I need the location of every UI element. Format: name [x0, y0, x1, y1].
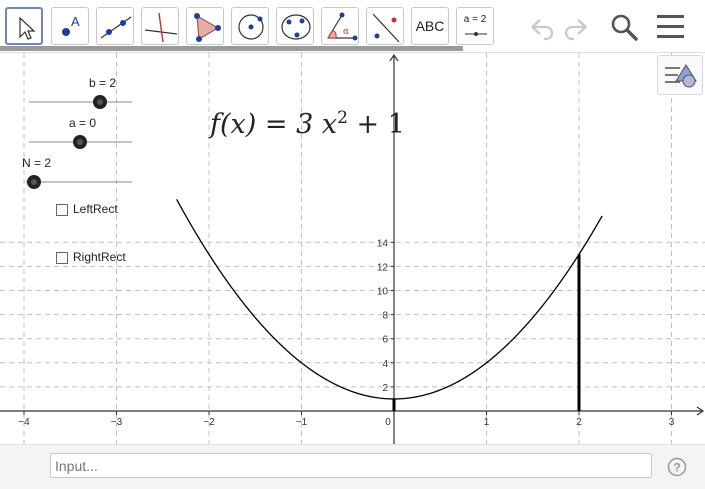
y-tick-label: 6 [382, 335, 388, 346]
menu-button[interactable] [651, 8, 691, 44]
style-bar-toggle-button[interactable] [657, 55, 703, 95]
polygon-tool-button[interactable] [186, 7, 224, 45]
undo-button[interactable] [520, 8, 560, 44]
x-tick-label: 1 [484, 417, 490, 428]
slider-n-track [26, 175, 132, 189]
y-tick-label: 12 [377, 262, 389, 273]
function-curve [176, 199, 603, 400]
x-tick-label: −4 [18, 417, 30, 428]
algebra-input[interactable] [50, 453, 652, 478]
toolbar-progress-bar [0, 46, 463, 51]
slider-a[interactable]: a = 0 [28, 116, 133, 152]
redo-icon [564, 19, 587, 41]
formula-constant: + 1 [347, 109, 405, 140]
svg-text:A: A [71, 14, 80, 29]
y-tick-label: 4 [382, 359, 388, 370]
left-rect-label[interactable]: LeftRect [73, 202, 118, 216]
text-tool-button[interactable]: ABC [411, 7, 449, 45]
y-tick-label: 10 [377, 287, 389, 298]
x-tick-label: −2 [203, 417, 215, 428]
perpendicular-line-icon [144, 12, 178, 43]
slider-a-track [29, 135, 132, 149]
x-tick-label: −1 [296, 417, 308, 428]
graphics-style-icon [665, 64, 697, 88]
function-formula-label[interactable]: f(x) = 3 x2 + 1 [210, 108, 405, 140]
x-tick-label: −3 [111, 417, 123, 428]
point-tool-button[interactable]: A [51, 7, 89, 45]
angle-tool-button[interactable]: α [321, 7, 359, 45]
redo-button[interactable] [558, 8, 598, 44]
text-tool-label: ABC [415, 18, 445, 34]
conic-tool-button[interactable] [276, 7, 314, 45]
reflect-tool-button[interactable] [366, 7, 404, 45]
slider-b[interactable]: b = 2 [28, 76, 133, 112]
line-icon [100, 16, 132, 39]
angle-icon: α [327, 12, 358, 41]
search-button[interactable] [604, 8, 644, 44]
move-tool-button[interactable] [5, 7, 43, 45]
y-tick-label: 2 [382, 383, 388, 394]
point-icon: A [62, 14, 80, 36]
ellipse-icon [281, 14, 311, 40]
menu-icon [657, 15, 684, 38]
y-tick-label: 14 [377, 238, 389, 249]
undo-icon [531, 19, 554, 41]
x-tick-label: 2 [576, 417, 582, 428]
cursor-arrow-icon [19, 16, 36, 40]
circle-tool-button[interactable] [231, 7, 269, 45]
x-tick-label: 3 [669, 417, 675, 428]
left-rect-checkbox[interactable] [56, 204, 68, 216]
circle-icon [238, 14, 264, 40]
slider-icon [465, 32, 487, 36]
formula-exponent: 2 [337, 108, 348, 128]
triangle-polygon-icon [194, 13, 221, 42]
toolbar: A α ABC a = 2 [0, 0, 705, 53]
algebra-input-area: ? [0, 444, 705, 489]
help-label: ? [673, 461, 680, 475]
formula-main: f(x) = 3 x [210, 109, 338, 140]
reflect-icon [372, 13, 400, 43]
right-rect-checkbox[interactable] [56, 252, 68, 264]
slider-b-track [29, 95, 132, 109]
line-tool-button[interactable] [96, 7, 134, 45]
right-rect-label[interactable]: RightRect [73, 250, 126, 264]
search-icon [611, 14, 638, 41]
help-icon[interactable]: ? [667, 457, 687, 477]
svg-text:α: α [343, 27, 349, 37]
slider-tool-button[interactable]: a = 2 [456, 7, 494, 45]
perpendicular-line-tool-button[interactable] [141, 7, 179, 45]
x-tick-label: 0 [385, 417, 391, 428]
y-tick-label: 8 [382, 311, 388, 322]
slider-n[interactable]: N = 2 [22, 156, 134, 192]
